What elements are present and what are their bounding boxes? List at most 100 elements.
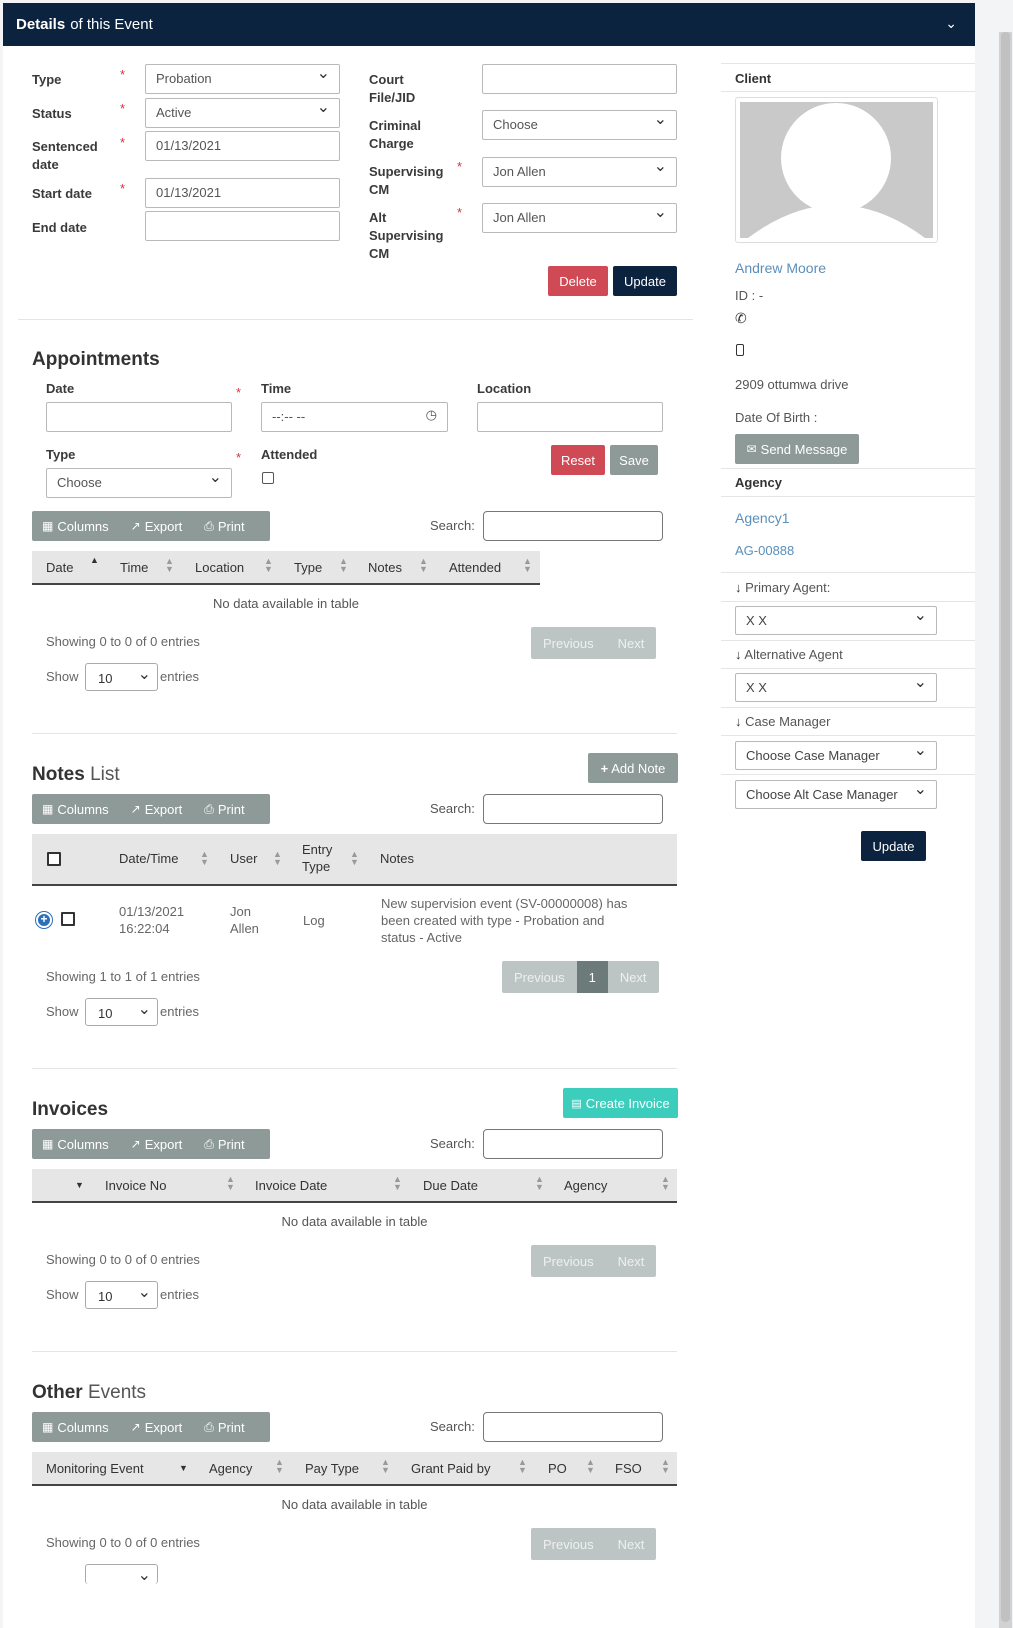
scrollbar[interactable]	[999, 32, 1012, 1628]
end-date-input[interactable]	[145, 211, 340, 241]
add-note-button[interactable]: + Add Note	[588, 753, 678, 783]
page-1-button[interactable]: 1	[576, 961, 608, 993]
sort-icon[interactable]: ▲ ▼	[523, 557, 532, 574]
delete-button[interactable]: Delete	[548, 266, 608, 296]
sort-icon[interactable]: ▲ ▼	[586, 1458, 595, 1475]
col-grant-paid-by[interactable]: Grant Paid by	[411, 1461, 491, 1476]
col-invoice-date[interactable]: Invoice Date	[255, 1178, 327, 1193]
appt-search-input[interactable]	[483, 511, 663, 541]
primary-agent-select[interactable]: X X	[735, 606, 937, 635]
sort-desc-icon[interactable]: ▼	[179, 1464, 188, 1473]
page-length-select[interactable]	[85, 1564, 158, 1585]
col-entry[interactable]: Entry	[302, 842, 332, 857]
sort-icon[interactable]: ▲ ▼	[419, 557, 428, 574]
col-agency[interactable]: Agency	[564, 1178, 607, 1193]
page-length-select[interactable]: 10	[85, 998, 158, 1026]
attended-checkbox[interactable]	[262, 472, 274, 484]
col-po[interactable]: PO	[548, 1461, 567, 1476]
export-button[interactable]: ↗ Export	[131, 1137, 183, 1152]
page-length-select[interactable]: 10	[85, 663, 158, 691]
agency-name-link[interactable]: Agency1	[735, 510, 789, 526]
col-notes[interactable]: Notes	[368, 560, 402, 575]
update-button[interactable]: Update	[613, 266, 677, 296]
sort-icon[interactable]: ▲ ▼	[661, 1175, 670, 1192]
panel-header[interactable]: Details of this Event ⌄	[3, 3, 975, 46]
previous-button[interactable]: Previous	[531, 1245, 606, 1277]
print-button[interactable]: ⎙ Print	[204, 1420, 244, 1435]
row-checkbox[interactable]	[61, 912, 75, 926]
col-fso[interactable]: FSO	[615, 1461, 642, 1476]
next-button[interactable]: Next	[606, 1245, 657, 1277]
col-date[interactable]: Date	[46, 560, 73, 575]
sort-icon[interactable]: ▲ ▼	[200, 850, 209, 867]
alt-supervising-cm-select[interactable]: Jon Allen	[482, 203, 677, 233]
print-button[interactable]: ⎙ Print	[204, 1137, 244, 1152]
columns-button[interactable]: ▦ Columns	[42, 1137, 109, 1152]
sort-asc-icon[interactable]: ▲	[90, 556, 99, 565]
previous-button[interactable]: Previous	[502, 961, 577, 993]
columns-button[interactable]: ▦ Columns	[42, 519, 109, 534]
col-time[interactable]: Time	[120, 560, 148, 575]
columns-button[interactable]: ▦ Columns	[42, 802, 109, 817]
appt-location-input[interactable]	[477, 402, 663, 432]
previous-button[interactable]: Previous	[531, 1528, 606, 1560]
export-button[interactable]: ↗ Export	[131, 802, 183, 817]
print-button[interactable]: ⎙ Print	[204, 519, 244, 534]
col-location[interactable]: Location	[195, 560, 244, 575]
export-button[interactable]: ↗ Export	[131, 1420, 183, 1435]
alternative-agent-select[interactable]: X X	[735, 673, 937, 702]
sort-icon[interactable]: ▲ ▼	[275, 1458, 284, 1475]
type-select[interactable]: Probation	[145, 64, 340, 94]
supervising-cm-select[interactable]: Jon Allen	[482, 157, 677, 187]
save-button[interactable]: Save	[610, 445, 658, 475]
sort-icon[interactable]: ▲ ▼	[518, 1458, 527, 1475]
export-button[interactable]: ↗ Export	[131, 519, 183, 534]
page-length-select[interactable]: 10	[85, 1281, 158, 1309]
sort-icon[interactable]: ▲ ▼	[350, 850, 359, 867]
col-notes[interactable]: Notes	[380, 851, 414, 866]
clock-icon[interactable]: ◷	[426, 408, 437, 422]
sort-icon[interactable]: ▲ ▼	[165, 557, 174, 574]
sentenced-date-input[interactable]: 01/13/2021	[145, 131, 340, 161]
expand-row-icon[interactable]: +	[36, 912, 52, 928]
start-date-input[interactable]: 01/13/2021	[145, 178, 340, 208]
col-type[interactable]: Type	[294, 560, 322, 575]
col-pay-type[interactable]: Pay Type	[305, 1461, 359, 1476]
sort-icon[interactable]: ▲ ▼	[661, 1458, 670, 1475]
sort-icon[interactable]: ▲ ▼	[339, 557, 348, 574]
client-name-link[interactable]: Andrew Moore	[735, 260, 826, 276]
agency-code-link[interactable]: AG-00888	[735, 543, 794, 558]
col-user[interactable]: User	[230, 851, 257, 866]
col-monitoring-event[interactable]: Monitoring Event	[46, 1461, 144, 1476]
reset-button[interactable]: Reset	[551, 445, 605, 475]
alt-case-manager-select[interactable]: Choose Alt Case Manager	[735, 780, 937, 809]
appt-date-input[interactable]	[46, 402, 232, 432]
sort-icon[interactable]: ▲ ▼	[535, 1175, 544, 1192]
sort-icon[interactable]: ▲ ▼	[264, 557, 273, 574]
col-entry-type[interactable]: Type	[302, 859, 330, 874]
notes-search-input[interactable]	[483, 794, 663, 824]
status-select[interactable]: Active	[145, 98, 340, 128]
chevron-down-icon[interactable]: ⌄	[945, 15, 957, 32]
next-button[interactable]: Next	[606, 1528, 657, 1560]
print-button[interactable]: ⎙ Print	[204, 802, 244, 817]
sort-icon[interactable]: ▲ ▼	[226, 1175, 235, 1192]
sort-icon[interactable]: ▲ ▼	[381, 1458, 390, 1475]
col-due-date[interactable]: Due Date	[423, 1178, 478, 1193]
create-invoice-button[interactable]: ▤ Create Invoice	[563, 1088, 678, 1118]
court-file-input[interactable]	[482, 64, 677, 94]
appt-type-select[interactable]: Choose	[46, 468, 232, 498]
sort-desc-icon[interactable]: ▼	[75, 1181, 84, 1190]
sort-icon[interactable]: ▲ ▼	[273, 850, 282, 867]
columns-button[interactable]: ▦ Columns	[42, 1420, 109, 1435]
agency-update-button[interactable]: Update	[861, 831, 926, 861]
invoices-search-input[interactable]	[483, 1129, 663, 1159]
send-message-button[interactable]: ✉ Send Message	[735, 434, 859, 464]
criminal-charge-select[interactable]: Choose	[482, 110, 677, 140]
appt-time-input[interactable]: --:-- -- ◷	[261, 402, 448, 432]
col-invoice-no[interactable]: Invoice No	[105, 1178, 166, 1193]
scrollbar-thumb[interactable]	[1001, 32, 1010, 1622]
sort-icon[interactable]: ▲ ▼	[393, 1175, 402, 1192]
next-button[interactable]: Next	[606, 627, 657, 659]
previous-button[interactable]: Previous	[531, 627, 606, 659]
